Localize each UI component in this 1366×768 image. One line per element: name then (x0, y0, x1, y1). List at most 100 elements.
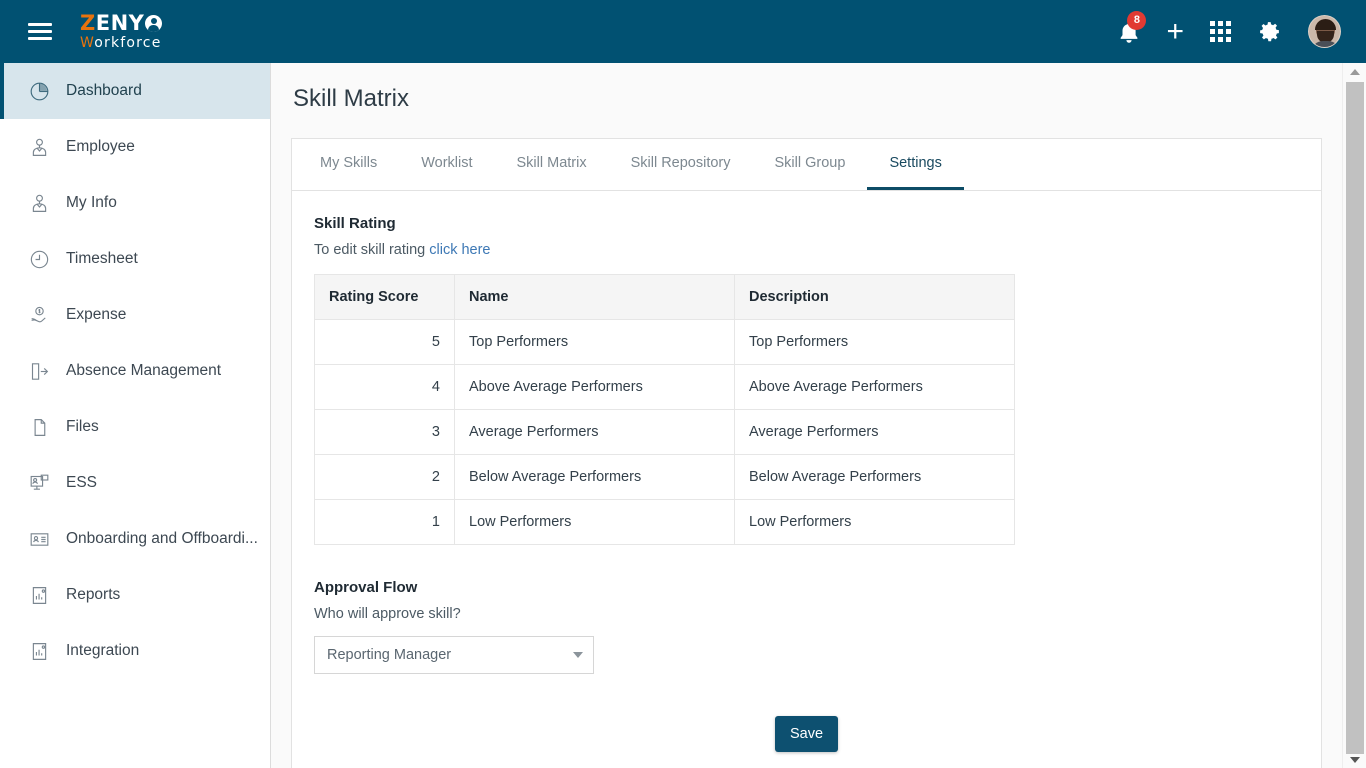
skill-rating-table: Rating Score Name Description 5 Top Perf… (314, 274, 1015, 545)
table-row: 3 Average Performers Average Performers (314, 409, 1015, 455)
files-icon (26, 414, 52, 440)
approver-select[interactable]: Reporting Manager (314, 636, 594, 674)
user-avatar[interactable] (1308, 15, 1341, 48)
report-document-icon (26, 582, 52, 608)
sidebar-item-expense[interactable]: Expense (0, 287, 270, 343)
table-header-row: Rating Score Name Description (314, 274, 1015, 320)
sidebar-item-employee[interactable]: Employee (0, 119, 270, 175)
plus-icon: + (1166, 14, 1184, 48)
cell-rating-score: 2 (314, 454, 455, 500)
cell-rating-score: 3 (314, 409, 455, 455)
save-button-row: Save (314, 716, 1299, 768)
ess-monitor-icon (26, 470, 52, 496)
settings-card: My Skills Worklist Skill Matrix Skill Re… (291, 138, 1322, 768)
cell-rating-score: 1 (314, 499, 455, 545)
approval-flow-heading: Approval Flow (314, 579, 418, 596)
sidebar-item-dashboard[interactable]: Dashboard (0, 63, 270, 119)
app-logo[interactable]: ZENY Workforce (80, 11, 163, 51)
sidebar-navigation: Dashboard Employee My Info Timesheet Exp… (0, 63, 271, 768)
scrollbar-thumb[interactable] (1346, 82, 1364, 754)
sidebar-item-label: Expense (66, 306, 127, 323)
cell-description: Low Performers (734, 499, 1015, 545)
exit-door-icon (26, 358, 52, 384)
sidebar-item-onboarding-offboarding[interactable]: Onboarding and Offboardi... (0, 511, 270, 567)
scroll-up-arrow[interactable] (1343, 63, 1366, 80)
id-card-icon (26, 526, 52, 552)
table-row: 2 Below Average Performers Below Average… (314, 454, 1015, 500)
chevron-down-icon (573, 652, 583, 658)
settings-body: Skill Rating To edit skill rating click … (292, 191, 1321, 768)
header-actions: 8 + (1118, 10, 1341, 48)
sidebar-item-my-info[interactable]: My Info (0, 175, 270, 231)
sidebar-item-files[interactable]: Files (0, 399, 270, 455)
edit-text: To edit skill rating (314, 242, 430, 258)
expense-hand-money-icon (26, 302, 52, 328)
cell-rating-score: 4 (314, 364, 455, 410)
cell-description: Above Average Performers (734, 364, 1015, 410)
approval-flow-question: Who will approve skill? (314, 606, 461, 622)
tab-worklist[interactable]: Worklist (399, 139, 494, 190)
approver-select-value: Reporting Manager (327, 647, 452, 663)
column-header-description: Description (734, 274, 1015, 320)
page-title: Skill Matrix (293, 85, 410, 112)
cell-description: Top Performers (734, 319, 1015, 365)
scroll-down-arrow[interactable] (1343, 751, 1366, 768)
tab-skill-group[interactable]: Skill Group (753, 139, 868, 190)
sidebar-item-label: Employee (66, 138, 135, 155)
sidebar-item-label: Timesheet (66, 250, 138, 267)
click-here-link[interactable]: click here (429, 242, 490, 258)
cell-name: Below Average Performers (454, 454, 735, 500)
sidebar-item-label: My Info (66, 194, 117, 211)
approval-flow-section: Approval Flow Who will approve skill? Re… (314, 579, 1299, 674)
column-header-name: Name (454, 274, 735, 320)
sidebar-item-label: Reports (66, 586, 121, 603)
notifications-button[interactable]: 8 (1118, 10, 1147, 44)
sidebar-item-integration[interactable]: Integration (0, 623, 270, 679)
tab-bar: My Skills Worklist Skill Matrix Skill Re… (292, 139, 1321, 191)
sidebar-item-reports[interactable]: Reports (0, 567, 270, 623)
tab-my-skills[interactable]: My Skills (298, 139, 399, 190)
sidebar-item-absence-management[interactable]: Absence Management (0, 343, 270, 399)
table-row: 4 Above Average Performers Above Average… (314, 364, 1015, 410)
vertical-scrollbar[interactable] (1342, 63, 1366, 768)
clock-icon (26, 246, 52, 272)
column-header-rating-score: Rating Score (314, 274, 455, 320)
hamburger-menu-icon[interactable] (28, 23, 52, 40)
tab-skill-matrix[interactable]: Skill Matrix (495, 139, 609, 190)
save-button[interactable]: Save (775, 716, 838, 752)
sidebar-item-label: Onboarding and Offboardi... (66, 530, 258, 547)
table-row: 5 Top Performers Top Performers (314, 319, 1015, 365)
notification-count-badge: 8 (1127, 10, 1147, 30)
gear-icon (1260, 22, 1279, 42)
logo-sub-word: orkforce (94, 35, 162, 51)
skill-rating-heading: Skill Rating (314, 215, 396, 232)
table-row: 1 Low Performers Low Performers (314, 499, 1015, 545)
apps-button[interactable] (1210, 21, 1231, 42)
logo-sub-accent-letter: W (80, 35, 95, 51)
sidebar-item-label: ESS (66, 474, 98, 491)
top-header-bar: ZENY Workforce 8 + (0, 0, 1366, 63)
sidebar-item-label: Dashboard (66, 82, 142, 99)
logo-word: ENY (95, 11, 145, 35)
employee-icon (26, 134, 52, 160)
main-content: Skill Matrix My Skills Worklist Skill Ma… (271, 63, 1342, 768)
my-info-icon (26, 190, 52, 216)
sidebar-item-timesheet[interactable]: Timesheet (0, 231, 270, 287)
tab-settings[interactable]: Settings (867, 139, 964, 190)
cell-description: Average Performers (734, 409, 1015, 455)
add-button[interactable]: + (1166, 14, 1184, 48)
sidebar-item-ess[interactable]: ESS (0, 455, 270, 511)
logo-person-circle-icon (145, 15, 163, 32)
tab-skill-repository[interactable]: Skill Repository (609, 139, 753, 190)
skill-rating-edit-line: To edit skill rating click here (314, 242, 1299, 258)
cell-rating-score: 5 (314, 319, 455, 365)
cell-name: Average Performers (454, 409, 735, 455)
sidebar-item-label: Absence Management (66, 362, 222, 379)
cell-name: Above Average Performers (454, 364, 735, 410)
settings-button[interactable] (1257, 19, 1282, 44)
cell-description: Below Average Performers (734, 454, 1015, 500)
pie-chart-icon (26, 78, 52, 104)
integration-document-icon (26, 638, 52, 664)
cell-name: Top Performers (454, 319, 735, 365)
sidebar-item-label: Files (66, 418, 99, 435)
